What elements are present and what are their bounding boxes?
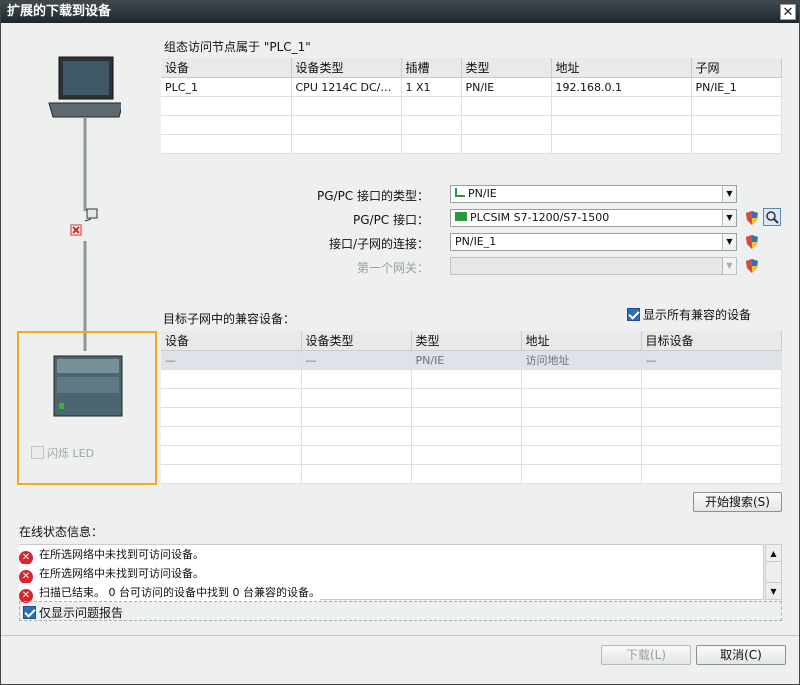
- dialog-title: 扩展的下载到设备: [1, 1, 799, 23]
- list-item: ✕ 在所选网络中未找到可访问设备。: [19, 545, 204, 565]
- checkbox-checked-icon: [627, 308, 640, 321]
- first-gateway-label: 第一个网关：: [356, 261, 429, 275]
- pgpc-type-select[interactable]: PN/IE ▼: [450, 185, 737, 203]
- error-link-icon: [70, 224, 82, 236]
- scroll-down-icon[interactable]: ▼: [766, 582, 781, 599]
- cancel-button[interactable]: 取消(C): [696, 645, 786, 665]
- table-row[interactable]: — — PN/IE 访问地址 —: [161, 350, 782, 370]
- cell: —: [301, 350, 412, 370]
- chevron-down-icon[interactable]: ▼: [722, 234, 736, 250]
- pgpc-type-value: PN/IE: [468, 187, 497, 200]
- show-all-label: 显示所有兼容的设备: [643, 308, 752, 322]
- pgpc-interface-value: PLCSIM S7-1200/S7-1500: [470, 211, 610, 224]
- status-message: 在所选网络中未找到可访问设备。: [39, 567, 204, 580]
- cell: 访问地址: [521, 350, 642, 370]
- magnifier-icon: [766, 211, 779, 224]
- flash-led-checkbox[interactable]: 闪烁 LED: [31, 445, 94, 461]
- diagnostics-button[interactable]: [763, 208, 781, 226]
- col-slot: 插槽: [401, 58, 462, 78]
- cell: CPU 1214C DC/D...: [291, 77, 402, 97]
- pgpc-interface-label: PG/PC 接口：: [352, 213, 429, 227]
- show-all-checkbox[interactable]: 显示所有兼容的设备: [627, 306, 751, 323]
- error-icon: ✕: [19, 570, 33, 584]
- config-heading: 组态访问节点属于 "PLC_1": [164, 40, 311, 54]
- network-port-icon: [84, 208, 98, 222]
- list-item: ✕ 在所选网络中未找到可访问设备。: [19, 564, 204, 584]
- cell: —: [161, 350, 302, 370]
- chevron-down-icon[interactable]: ▼: [722, 186, 736, 202]
- col-device: 设备: [161, 58, 292, 78]
- subnet-connection-select[interactable]: PN/IE_1 ▼: [450, 233, 737, 251]
- subnet-connection-label: 接口/子网的连接：: [328, 237, 429, 251]
- col-target-device: 目标设备: [641, 331, 782, 351]
- error-icon: ✕: [19, 551, 33, 565]
- start-search-button[interactable]: 开始搜索(S): [693, 492, 782, 512]
- config-table: 设备 设备类型 插槽 类型 地址 子网 PLC_1 CPU 1214C DC/D…: [161, 58, 782, 154]
- col-type: 类型: [411, 331, 522, 351]
- status-message: 扫描已结束。 0 台可访问的设备中找到 0 台兼容的设备。: [39, 586, 320, 599]
- col-device: 设备: [161, 331, 302, 351]
- download-dialog: 扩展的下载到设备 ✕ 闪烁 LED 组态访问节点属于 "PLC_1" 设备 设备…: [0, 0, 800, 685]
- laptop-icon: [48, 56, 121, 118]
- cell: 192.168.0.1: [551, 77, 692, 97]
- status-heading: 在线状态信息：: [19, 525, 104, 539]
- cell: PN/IE: [411, 350, 522, 370]
- col-type: 类型: [461, 58, 552, 78]
- download-button[interactable]: 下载(L): [601, 645, 691, 665]
- col-address: 地址: [521, 331, 642, 351]
- pgpc-type-label: PG/PC 接口的类型：: [316, 189, 429, 203]
- only-problems-label: 仅显示问题报告: [39, 606, 124, 620]
- pgpc-interface-select[interactable]: PLCSIM S7-1200/S7-1500 ▼: [450, 209, 737, 227]
- flash-led-label: 闪烁 LED: [47, 447, 95, 460]
- cell: PN/IE_1: [691, 77, 782, 97]
- list-item: ✕ 扫描已结束。 0 台可访问的设备中找到 0 台兼容的设备。: [19, 583, 320, 603]
- status-scrollbar[interactable]: ▲ ▼: [765, 544, 782, 600]
- col-device-type: 设备类型: [301, 331, 412, 351]
- network-card-icon: [455, 212, 467, 221]
- shield-icon[interactable]: [744, 234, 760, 250]
- plc-device-icon: [53, 355, 123, 417]
- shield-icon[interactable]: [744, 210, 760, 226]
- cell: PLC_1: [161, 77, 292, 97]
- shield-icon[interactable]: [744, 258, 760, 274]
- subnet-connection-value: PN/IE_1: [455, 235, 497, 248]
- cell: —: [641, 350, 782, 370]
- chevron-down-icon[interactable]: ▼: [722, 258, 736, 274]
- target-device-panel: 闪烁 LED: [17, 331, 157, 485]
- compatible-heading: 目标子网中的兼容设备：: [163, 312, 296, 326]
- first-gateway-select[interactable]: ▼: [450, 257, 737, 275]
- col-subnet: 子网: [691, 58, 782, 78]
- status-message: 在所选网络中未找到可访问设备。: [39, 548, 204, 561]
- chevron-down-icon[interactable]: ▼: [722, 210, 736, 226]
- col-address: 地址: [551, 58, 692, 78]
- network-icon: [455, 188, 465, 197]
- col-device-type: 设备类型: [291, 58, 402, 78]
- divider: [1, 635, 799, 636]
- scroll-up-icon[interactable]: ▲: [766, 545, 781, 562]
- close-button[interactable]: ✕: [780, 4, 796, 20]
- cell: PN/IE: [461, 77, 552, 97]
- table-row[interactable]: PLC_1 CPU 1214C DC/D... 1 X1 PN/IE 192.1…: [161, 77, 782, 97]
- only-problems-checkbox[interactable]: 仅显示问题报告: [19, 601, 782, 621]
- cell: 1 X1: [401, 77, 462, 97]
- compatible-table: 设备 设备类型 类型 地址 目标设备 — — PN/IE 访问地址 —: [161, 331, 782, 484]
- checkbox-checked-icon: [23, 606, 36, 619]
